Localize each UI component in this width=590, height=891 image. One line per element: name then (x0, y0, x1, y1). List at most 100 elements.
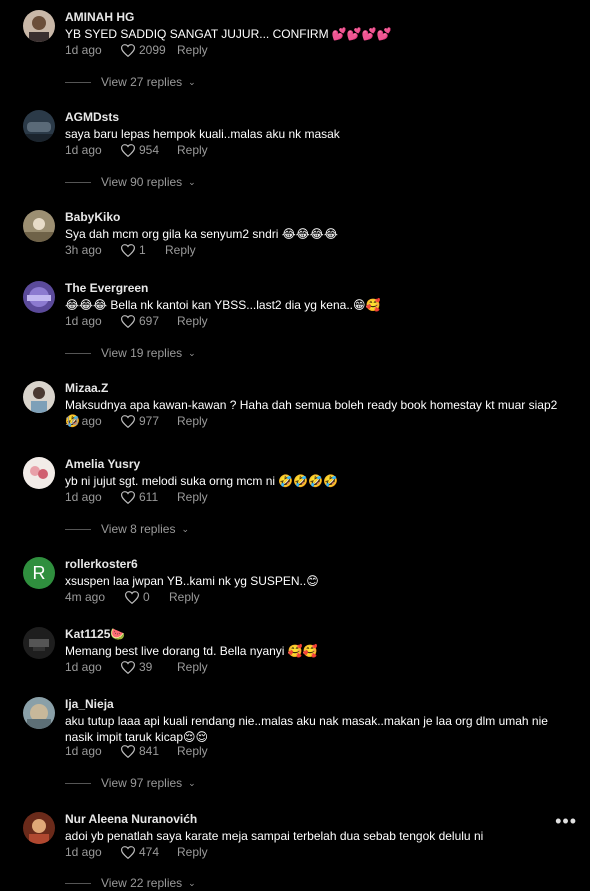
comment-age: 1d ago (65, 660, 102, 674)
view-replies-button[interactable]: View 19 replies ⌄ (65, 345, 196, 361)
comment-meta: 1d ago 611 Reply (65, 489, 208, 505)
comment-age: 3h ago (65, 243, 102, 257)
avatar[interactable] (23, 10, 55, 42)
avatar[interactable] (23, 627, 55, 659)
comment-text: adoi yb penatlah saya karate meja sampai… (65, 829, 484, 843)
like-count: 841 (139, 744, 160, 758)
like-button[interactable]: 954 (121, 143, 177, 157)
view-replies-button[interactable]: View 97 replies ⌄ (65, 775, 196, 791)
more-horizontal-icon[interactable]: ••• (555, 812, 577, 830)
comment-meta: 1d ago 697 Reply (65, 313, 208, 329)
comment-age: 4m ago (65, 590, 106, 604)
avatar[interactable] (23, 210, 55, 242)
reply-button[interactable]: Reply (177, 143, 208, 157)
like-button[interactable]: 841 (121, 744, 177, 758)
reply-button[interactable]: Reply (177, 314, 208, 328)
comment-meta: 3h ago 1 Reply (65, 242, 196, 258)
heart-outline-icon (121, 845, 135, 859)
comment-text: Sya dah mcm org gila ka senyum2 sndri 😂😂… (65, 227, 338, 241)
comment-meta: 1d ago 977 Reply (65, 413, 208, 429)
comment-text: aku tutup laaa api kuali rendang nie..ma… (65, 714, 548, 744)
view-replies-button[interactable]: View 90 replies ⌄ (65, 174, 196, 190)
like-count: 611 (139, 490, 159, 504)
comment-text: yb ni jujut sgt. melodi suka orng mcm ni… (65, 474, 339, 488)
avatar[interactable] (23, 697, 55, 729)
comment-age: 1d ago (65, 744, 102, 758)
like-count: 2099 (139, 43, 166, 57)
view-replies-button[interactable]: View 8 replies ⌄ (65, 521, 189, 537)
username[interactable]: Nur Aleena Nuranovićh (65, 812, 197, 826)
like-button[interactable]: 1 (121, 243, 165, 257)
view-replies-button[interactable]: View 27 replies ⌄ (65, 74, 196, 90)
reply-button[interactable]: Reply (177, 744, 208, 758)
comment-meta: 1d ago 954 Reply (65, 142, 208, 158)
chevron-down-icon: ⌄ (188, 176, 196, 187)
comment-age: 1d ago (65, 414, 102, 428)
comment-age: 1d ago (65, 314, 102, 328)
like-button[interactable]: 977 (121, 414, 177, 428)
like-count: 954 (139, 143, 160, 157)
avatar[interactable] (23, 457, 55, 489)
chevron-down-icon: ⌄ (181, 523, 190, 534)
like-button[interactable]: 611 (121, 490, 177, 504)
reply-button[interactable]: Reply (177, 845, 208, 859)
comment-meta: 1d ago 2099 Reply (65, 42, 208, 58)
like-button[interactable]: 2099 (121, 43, 177, 57)
divider (65, 782, 91, 784)
chevron-down-icon: ⌄ (188, 777, 196, 788)
divider (65, 181, 91, 183)
comment-age: 1d ago (65, 845, 102, 859)
reply-button[interactable]: Reply (165, 243, 196, 257)
chevron-down-icon: ⌄ (188, 76, 196, 87)
heart-outline-icon (121, 243, 135, 257)
avatar[interactable] (23, 281, 55, 313)
like-button[interactable]: 474 (121, 845, 177, 859)
divider (65, 352, 91, 354)
like-button[interactable]: 39 (121, 660, 177, 674)
avatar[interactable] (23, 812, 55, 844)
comment-meta: 1d ago 39 Reply (65, 659, 208, 675)
view-replies-label: View 19 replies (101, 346, 183, 360)
heart-outline-icon (121, 490, 135, 504)
comment-meta: 1d ago 474 Reply (65, 844, 208, 860)
divider (65, 528, 91, 530)
avatar[interactable] (23, 381, 55, 413)
reply-button[interactable]: Reply (169, 590, 200, 604)
comment-meta: 1d ago 841 Reply (65, 743, 208, 759)
username[interactable]: BabyKiko (65, 210, 120, 224)
chevron-down-icon: ⌄ (188, 877, 196, 888)
comment-text: saya baru lepas hempok kuali..malas aku … (65, 127, 340, 141)
username[interactable]: Mizaa.Z (65, 381, 108, 395)
reply-button[interactable]: Reply (177, 660, 208, 674)
comment-text: YB SYED SADDIQ SANGAT JUJUR... CONFIRM 💕… (65, 27, 392, 41)
view-replies-label: View 8 replies (101, 522, 176, 536)
reply-button[interactable]: Reply (177, 414, 208, 428)
divider (65, 81, 91, 83)
username[interactable]: Kat1125🍉 (65, 627, 125, 641)
reply-button[interactable]: Reply (177, 490, 208, 504)
reply-button[interactable]: Reply (177, 43, 208, 57)
view-replies-label: View 27 replies (101, 75, 183, 89)
username[interactable]: rollerkoster6 (65, 557, 138, 571)
username[interactable]: Amelia Yusry (65, 457, 140, 471)
view-replies-button[interactable]: View 22 replies ⌄ (65, 875, 196, 891)
username[interactable]: The Evergreen (65, 281, 148, 295)
heart-outline-icon (121, 414, 135, 428)
like-count: 474 (139, 845, 160, 859)
username[interactable]: Ija_Nieja (65, 697, 114, 711)
like-count: 697 (139, 314, 160, 328)
view-replies-label: View 22 replies (101, 876, 183, 890)
like-button[interactable]: 0 (125, 590, 169, 604)
like-count: 977 (139, 414, 160, 428)
avatar[interactable]: R (23, 557, 55, 589)
like-button[interactable]: 697 (121, 314, 177, 328)
username[interactable]: AMINAH HG (65, 10, 134, 24)
heart-outline-icon (121, 660, 135, 674)
heart-outline-icon (121, 143, 135, 157)
comment-text: Memang best live dorang td. Bella nyanyi… (65, 644, 318, 658)
avatar[interactable] (23, 110, 55, 142)
username[interactable]: AGMDsts (65, 110, 119, 124)
like-count: 39 (139, 660, 153, 674)
comment-age: 1d ago (65, 43, 102, 57)
view-replies-label: View 90 replies (101, 175, 183, 189)
